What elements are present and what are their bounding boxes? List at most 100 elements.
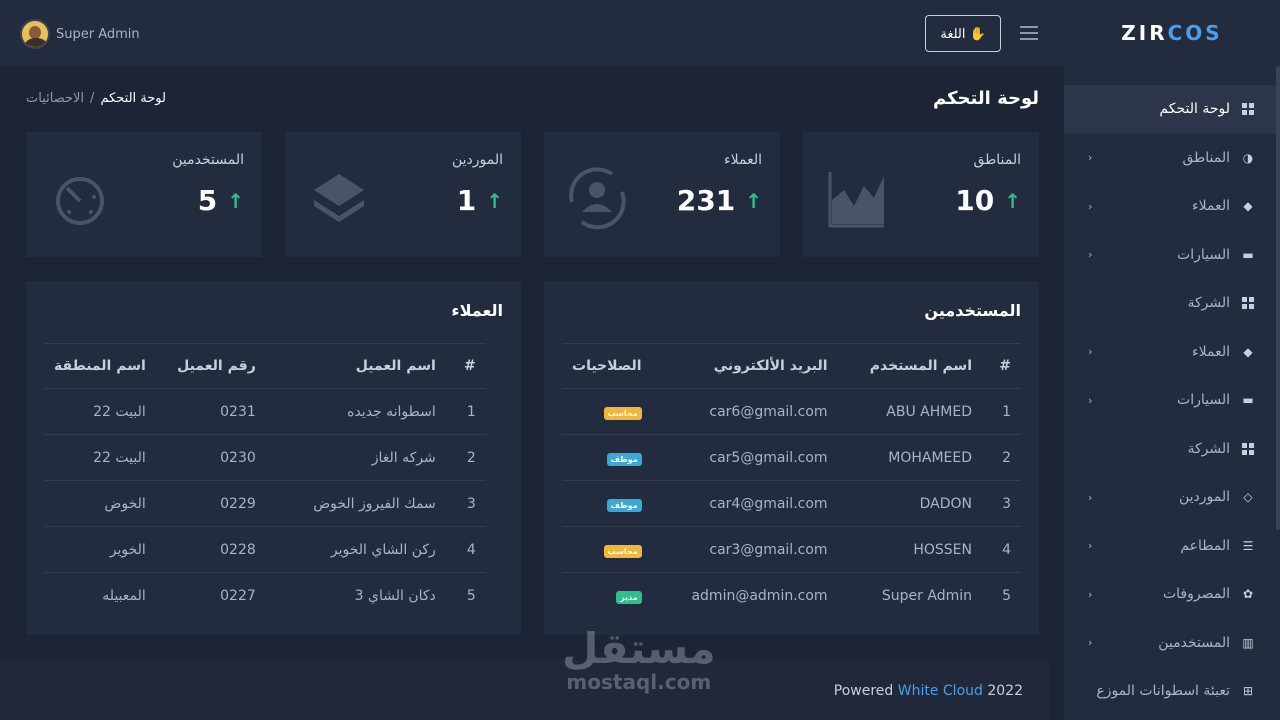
sidebar-item[interactable]: الشركة bbox=[1064, 279, 1276, 328]
sidebar-item[interactable]: › المستخدمين ▥ bbox=[1064, 619, 1276, 668]
stat-number: 10 bbox=[955, 184, 995, 217]
sidebar-item[interactable]: › المصروفات ✿ bbox=[1064, 570, 1276, 619]
sidebar-item[interactable]: لوحة التحكم bbox=[1064, 85, 1276, 134]
client-area: البيت 22 bbox=[44, 388, 156, 435]
column-header: اسم المنطقة bbox=[44, 343, 156, 389]
client-code: 0230 bbox=[155, 434, 266, 481]
footer-link[interactable]: White Cloud bbox=[898, 683, 983, 699]
diamond-icon: ◇ bbox=[1243, 490, 1253, 505]
users-table: # اسم المستخدم البريد الألكتروني الصلاحي… bbox=[562, 343, 1021, 619]
client-area: البيت 22 bbox=[44, 434, 156, 481]
stat-card-clients: العملاء 231 ↑ bbox=[544, 132, 780, 257]
user-rotate-icon bbox=[569, 167, 626, 230]
list-icon: ☰ bbox=[1242, 538, 1254, 553]
user-email: car3@gmail.com bbox=[651, 526, 838, 573]
user-role-cell: محاسب bbox=[562, 526, 652, 573]
client-code: 0231 bbox=[155, 388, 266, 435]
user-name: ABU AHMED bbox=[837, 388, 982, 435]
watermark-latin: mostaql.com bbox=[566, 670, 712, 694]
column-header: البريد الألكتروني bbox=[651, 343, 838, 389]
sidebar: ZIR COS لوحة التحكم › المناطق ◑ › العملاء ◆ › الس… bbox=[1064, 0, 1280, 720]
table-header-row: # اسم العميل رقم العميل اسم المنطقة bbox=[44, 343, 486, 389]
user-menu[interactable]: Super Admin bbox=[20, 19, 140, 49]
stat-card-suppliers: الموردين 1 ↑ bbox=[285, 132, 521, 257]
timer-icon bbox=[56, 177, 104, 225]
logo-text: ZIR bbox=[1121, 21, 1168, 45]
hand-icon: ✋ bbox=[969, 25, 986, 41]
user-role-cell: مدير bbox=[562, 572, 652, 619]
stat-value: 231 ↑ bbox=[677, 184, 762, 217]
avatar[interactable] bbox=[20, 19, 50, 49]
row-number: 4 bbox=[982, 526, 1021, 573]
arrow-up-icon: ↑ bbox=[1004, 188, 1021, 213]
arrow-up-icon: ↑ bbox=[486, 188, 503, 213]
sidebar-item[interactable]: الشركة bbox=[1064, 425, 1276, 474]
sidebar-item-label: تعبئة اسطوانات الموزع bbox=[1096, 683, 1230, 700]
client-area: المعبيله bbox=[44, 572, 156, 619]
row-number: 5 bbox=[982, 572, 1021, 619]
chevron-right-icon: › bbox=[1088, 393, 1093, 407]
stat-number: 1 bbox=[456, 184, 477, 217]
stat-card-users: المستخدمين 5 ↑ bbox=[26, 132, 262, 257]
row-number: 2 bbox=[445, 434, 486, 481]
table-row: 2 MOHAMEED car5@gmail.com موظف bbox=[562, 434, 1021, 481]
sidebar-item[interactable]: › السيارات ▬ bbox=[1064, 376, 1276, 425]
user-email: car6@gmail.com bbox=[651, 388, 838, 435]
client-area: الخوض bbox=[44, 480, 156, 527]
user-email: admin@admin.com bbox=[651, 572, 838, 619]
client-code: 0229 bbox=[155, 480, 266, 527]
chevron-right-icon: › bbox=[1088, 199, 1093, 213]
footer-year: 2022 bbox=[982, 683, 1023, 699]
sidebar-item-label: لوحة التحكم bbox=[1159, 101, 1230, 118]
sidebar-item-label: العملاء bbox=[1192, 198, 1230, 215]
sidebar-item[interactable]: › الموردين ◇ bbox=[1064, 473, 1276, 522]
row-number: 1 bbox=[982, 388, 1021, 435]
user-email: car5@gmail.com bbox=[651, 434, 838, 481]
table-row: 1 ABU AHMED car6@gmail.com محاسب bbox=[562, 388, 1021, 435]
table-header-row: # اسم المستخدم البريد الألكتروني الصلاحي… bbox=[562, 343, 1021, 389]
table-row: 5 Super Admin admin@admin.com مدير bbox=[562, 572, 1021, 619]
layers-icon: ◆ bbox=[1243, 344, 1253, 359]
sidebar-item[interactable]: › المطاعم ☰ bbox=[1064, 522, 1276, 571]
client-name: ركن الشاي الخوير bbox=[265, 526, 446, 573]
language-label: اللغة bbox=[940, 25, 966, 41]
user-role-cell: محاسب bbox=[562, 388, 652, 435]
table-row: 4 ركن الشاي الخوير 0228 الخوير bbox=[44, 526, 486, 573]
hamburger-menu-icon[interactable] bbox=[1020, 26, 1038, 40]
stat-title: المناطق bbox=[973, 152, 1021, 168]
sidebar-item[interactable]: › السيارات ▬ bbox=[1064, 231, 1276, 280]
arrow-up-icon: ↑ bbox=[227, 188, 244, 213]
sidebar-item[interactable]: › المناطق ◑ bbox=[1064, 134, 1276, 183]
language-button[interactable]: اللغة ✋ bbox=[925, 15, 1001, 52]
row-number: 3 bbox=[445, 480, 486, 527]
username: Super Admin bbox=[56, 26, 140, 42]
table-row: 3 سمك الفيروز الخوض 0229 الخوض bbox=[44, 480, 486, 527]
sidebar-item-label: الموردين bbox=[1178, 489, 1230, 506]
stat-value: 10 ↑ bbox=[955, 184, 1021, 217]
sidebar-item[interactable]: تعبئة اسطوانات الموزع ⊞ bbox=[1064, 667, 1276, 716]
role-badge: مدير bbox=[616, 590, 642, 604]
stat-title: المستخدمين bbox=[172, 152, 244, 168]
breadcrumb-link[interactable]: الاحصائيات bbox=[26, 91, 84, 106]
client-name: دكان الشاي 3 bbox=[265, 572, 446, 619]
gear-icon: ✿ bbox=[1242, 587, 1254, 602]
area-chart-icon bbox=[828, 172, 884, 228]
table-row: 4 HOSSEN car3@gmail.com محاسب bbox=[562, 526, 1021, 573]
stat-title: الموردين bbox=[451, 152, 503, 168]
layers-icon bbox=[314, 174, 364, 222]
sidebar-item-label: المناطق bbox=[1182, 149, 1230, 166]
footer-text: Powered White Cloud 2022 bbox=[834, 683, 1023, 699]
sidebar-item[interactable]: › العملاء ◆ bbox=[1064, 182, 1276, 231]
clients-table-title: العملاء bbox=[451, 301, 503, 320]
logo[interactable]: ZIR COS bbox=[1064, 0, 1280, 66]
stat-value: 1 ↑ bbox=[457, 184, 503, 217]
sidebar-item[interactable]: › العملاء ◆ bbox=[1064, 328, 1276, 377]
stat-value: 5 ↑ bbox=[198, 184, 244, 217]
sidebar-scrollbar[interactable] bbox=[1276, 66, 1280, 530]
column-header: # bbox=[445, 343, 486, 389]
chevron-right-icon: › bbox=[1088, 248, 1093, 262]
sidebar-nav: لوحة التحكم › المناطق ◑ › العملاء ◆ › السيارات ▬ ا… bbox=[1064, 85, 1276, 716]
table-row: 5 دكان الشاي 3 0227 المعبيله bbox=[44, 572, 486, 619]
dashboard-icon bbox=[1242, 442, 1254, 455]
user-name: Super Admin bbox=[837, 572, 982, 619]
